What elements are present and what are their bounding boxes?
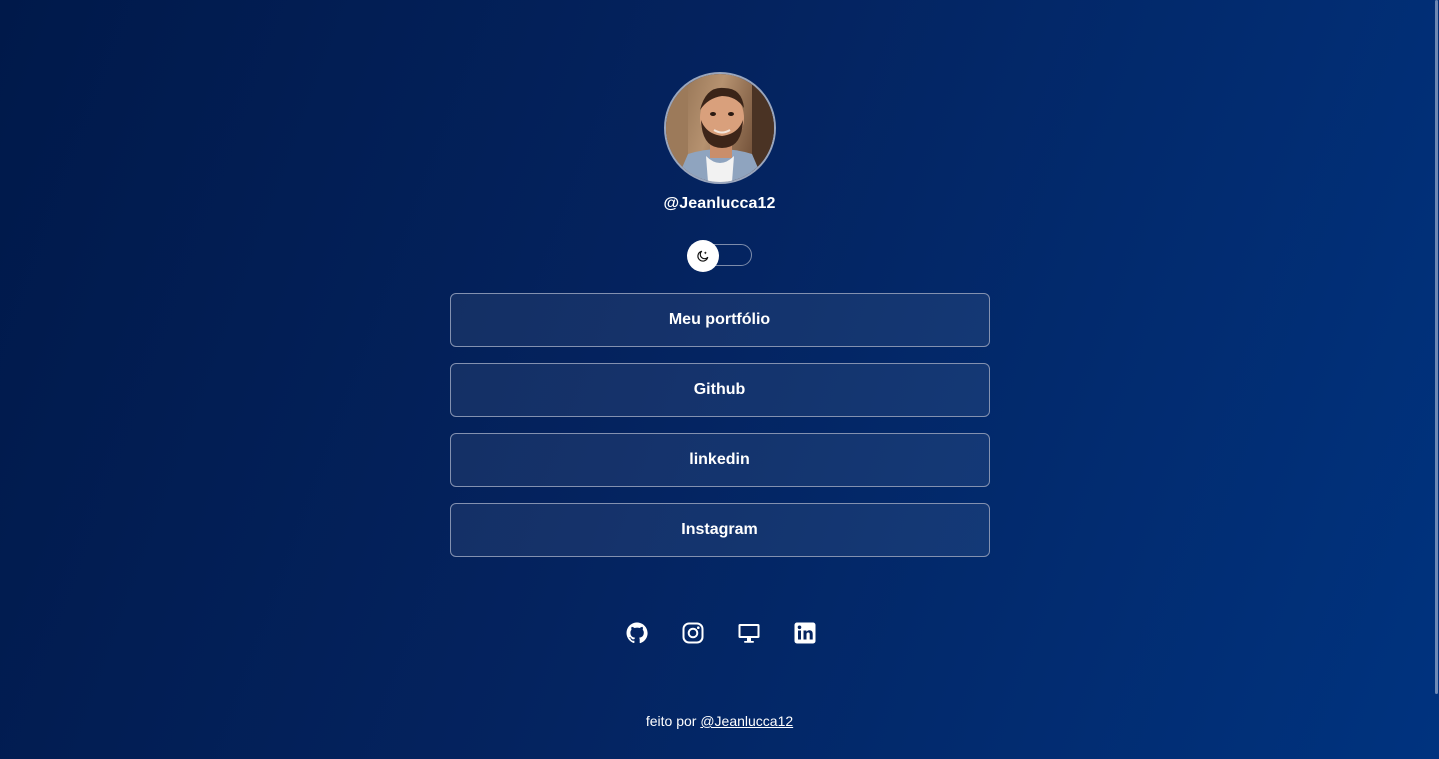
social-icons	[625, 621, 817, 645]
footer: feito por @Jeanlucca12	[0, 711, 1439, 731]
toggle-knob[interactable]	[686, 240, 719, 272]
profile-container: @Jeanlucca12 Meu portfólio Github linked…	[0, 72, 1439, 645]
avatar-photo	[665, 74, 774, 182]
link-list: Meu portfólio Github linkedin Instagram	[449, 293, 990, 557]
avatar	[663, 72, 776, 184]
username: @Jeanlucca12	[663, 195, 776, 212]
link-button-instagram[interactable]: Instagram	[449, 503, 990, 557]
github-icon[interactable]	[625, 621, 649, 645]
link-button-portfolio[interactable]: Meu portfólio	[449, 293, 990, 347]
linkedin-icon[interactable]	[793, 621, 817, 645]
moon-icon	[696, 250, 708, 262]
link-button-linkedin[interactable]: linkedin	[449, 433, 990, 487]
theme-toggle[interactable]	[686, 240, 752, 272]
instagram-icon[interactable]	[681, 621, 705, 645]
footer-prefix: feito por	[645, 713, 697, 729]
footer-author-link[interactable]: @Jeanlucca12	[700, 713, 793, 729]
link-button-github[interactable]: Github	[449, 363, 990, 417]
desktop-icon[interactable]	[737, 621, 761, 645]
